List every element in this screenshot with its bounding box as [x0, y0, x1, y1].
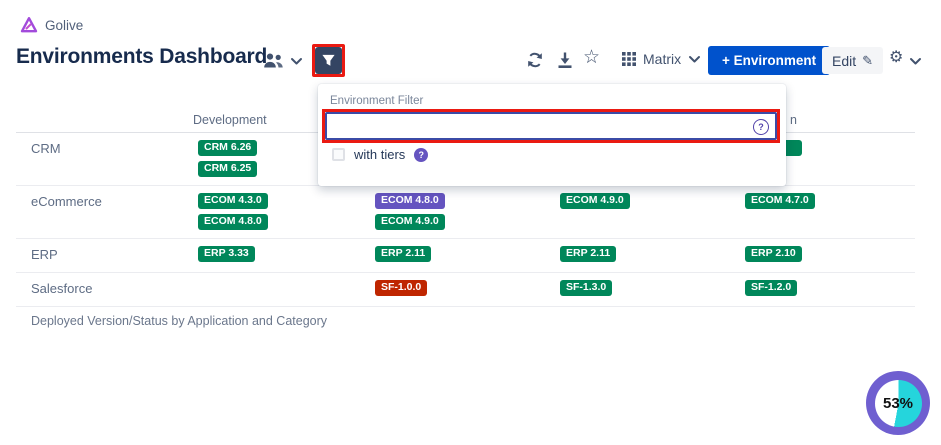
grid-icon [622, 52, 636, 66]
cell-development: ERP 3.33 [198, 246, 255, 262]
table-row: eCommerce ECOM 4.3.0 ECOM 4.8.0 ECOM 4.8.… [16, 186, 915, 239]
product-name[interactable]: Golive [45, 18, 83, 33]
environment-filter-panel: Environment Filter ? with tiers ? [318, 84, 786, 186]
cell-development: ECOM 4.3.0 ECOM 4.8.0 [198, 193, 268, 230]
cell-col2: SF-1.0.0 [375, 280, 427, 296]
edit-button[interactable]: Edit ✎ [822, 47, 883, 74]
help-icon[interactable]: ? [753, 119, 769, 135]
version-badge[interactable]: ERP 3.33 [198, 246, 255, 262]
refresh-icon[interactable] [526, 51, 544, 69]
table-row: ERP ERP 3.33 ERP 2.11 ERP 2.11 ERP 2.10 [16, 239, 915, 273]
application-label: eCommerce [31, 194, 102, 209]
with-tiers-checkbox[interactable] [332, 148, 345, 161]
cell-col3: SF-1.3.0 [560, 280, 612, 296]
cell-development: CRM 6.26 CRM 6.25 [198, 140, 257, 177]
version-badge[interactable]: ERP 2.11 [560, 246, 616, 262]
version-badge[interactable]: ERP 2.10 [745, 246, 802, 262]
version-badge[interactable]: ECOM 4.9.0 [560, 193, 630, 209]
version-badge[interactable]: ECOM 4.9.0 [375, 214, 445, 230]
table-row: Salesforce SF-1.0.0 SF-1.3.0 SF-1.2.0 [16, 273, 915, 307]
filter-panel-label: Environment Filter [330, 95, 423, 107]
version-badge[interactable]: CRM 6.25 [198, 161, 257, 177]
cell-col2: ECOM 4.8.0 ECOM 4.9.0 [375, 193, 445, 230]
cell-col4: SF-1.2.0 [745, 280, 797, 296]
version-badge[interactable]: CRM 6.26 [198, 140, 257, 156]
progress-value: 53% [866, 371, 930, 435]
environment-filter-input[interactable] [325, 112, 777, 140]
pencil-icon: ✎ [862, 53, 873, 69]
chevron-down-icon [688, 55, 701, 64]
with-tiers-row: with tiers ? [332, 147, 428, 162]
version-badge[interactable]: ECOM 4.8.0 [198, 214, 268, 230]
filter-input-highlight: ? [322, 109, 780, 143]
version-badge[interactable]: ERP 2.11 [375, 246, 431, 262]
version-badge[interactable]: SF-1.0.0 [375, 280, 427, 296]
column-header-partial: n [790, 113, 797, 127]
people-icon[interactable] [262, 51, 285, 70]
version-badge[interactable]: ECOM 4.7.0 [745, 193, 815, 209]
star-icon[interactable]: ☆ [583, 48, 600, 67]
filter-button[interactable] [315, 47, 342, 74]
cell-col2: ERP 2.11 [375, 246, 431, 262]
breadcrumb: Golive [20, 16, 83, 34]
application-label: Salesforce [31, 281, 92, 296]
view-selector[interactable]: Matrix [622, 51, 701, 67]
version-badge[interactable]: SF-1.3.0 [560, 280, 612, 296]
funnel-icon [321, 53, 336, 68]
edit-button-label: Edit [832, 53, 856, 69]
help-icon[interactable]: ? [414, 148, 428, 162]
gear-icon[interactable]: ⚙ [889, 50, 903, 66]
filter-button-highlight [312, 44, 345, 77]
application-label: CRM [31, 141, 61, 156]
chevron-down-icon[interactable] [290, 57, 303, 66]
with-tiers-label: with tiers [354, 147, 405, 162]
cell-col4: ERP 2.10 [745, 246, 802, 262]
table-caption: Deployed Version/Status by Application a… [31, 314, 327, 328]
add-environment-button[interactable]: + Environment [708, 46, 830, 75]
chevron-down-icon[interactable] [909, 57, 922, 66]
column-header-development: Development [193, 113, 267, 127]
environments-dashboard-page: Golive Environments Dashboard [0, 0, 941, 445]
version-badge[interactable]: SF-1.2.0 [745, 280, 797, 296]
cell-col3: ECOM 4.9.0 [560, 193, 630, 209]
page-title: Environments Dashboard [16, 45, 267, 69]
cell-col3: ERP 2.11 [560, 246, 616, 262]
download-icon[interactable] [556, 51, 574, 69]
view-selector-label: Matrix [643, 51, 681, 67]
version-badge[interactable]: ECOM 4.8.0 [375, 193, 445, 209]
cell-col4: ECOM 4.7.0 [745, 193, 815, 209]
application-label: ERP [31, 247, 58, 262]
progress-gauge[interactable]: 53% [866, 371, 930, 435]
golive-logo-icon [20, 16, 38, 34]
version-badge[interactable]: ECOM 4.3.0 [198, 193, 268, 209]
